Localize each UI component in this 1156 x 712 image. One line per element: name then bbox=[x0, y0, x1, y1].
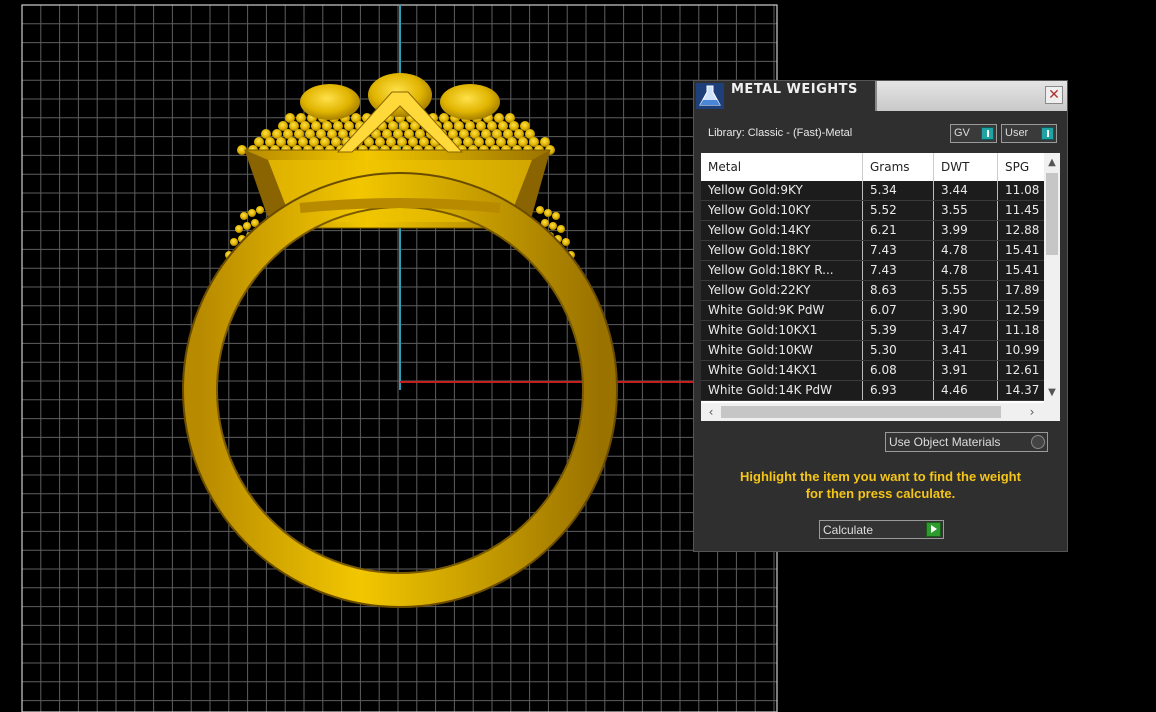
panel-title-tab: METAL WEIGHTS bbox=[694, 81, 877, 111]
table-header: Metal Grams DWT SPG bbox=[701, 153, 1044, 181]
vertical-scroll-thumb[interactable] bbox=[1046, 173, 1058, 255]
table-cell: 3.55 bbox=[934, 201, 998, 220]
bead bbox=[536, 206, 544, 214]
table-cell: Yellow Gold:18KY R... bbox=[701, 261, 863, 280]
gv-toggle[interactable]: GV bbox=[950, 124, 997, 143]
table-cell: 7.43 bbox=[863, 261, 934, 280]
chevron-right-icon[interactable]: › bbox=[1024, 403, 1040, 421]
table-cell: Yellow Gold:9KY bbox=[701, 181, 863, 200]
table-cell: 6.08 bbox=[863, 361, 934, 380]
library-label: Library: Classic - (Fast)-Metal bbox=[708, 127, 853, 139]
chevron-left-icon[interactable]: ‹ bbox=[703, 403, 719, 421]
flask-icon bbox=[696, 83, 724, 109]
column-header-dwt[interactable]: DWT bbox=[934, 153, 998, 181]
column-header-metal[interactable]: Metal bbox=[701, 153, 863, 181]
metal-weights-panel: METAL WEIGHTS ✕ Library: Classic - (Fast… bbox=[693, 80, 1068, 552]
chevron-down-icon[interactable]: ▼ bbox=[1044, 385, 1060, 401]
bead bbox=[243, 222, 251, 230]
table-cell: 7.43 bbox=[863, 241, 934, 260]
column-header-grams[interactable]: Grams bbox=[863, 153, 934, 181]
gv-toggle-label: GV bbox=[954, 127, 970, 139]
table-cell: 6.93 bbox=[863, 381, 934, 400]
table-cell: 5.55 bbox=[934, 281, 998, 300]
table-cell: 4.78 bbox=[934, 241, 998, 260]
instruction-text: Highlight the item you want to find the … bbox=[694, 468, 1067, 502]
bead bbox=[235, 225, 243, 233]
user-toggle[interactable]: User bbox=[1001, 124, 1057, 143]
bead bbox=[562, 238, 570, 246]
table-row[interactable]: Yellow Gold:18KY R... 7.43 4.78 15.41 bbox=[701, 261, 1044, 281]
table-cell: 8.63 bbox=[863, 281, 934, 300]
play-icon[interactable] bbox=[926, 522, 941, 537]
table-row[interactable]: White Gold:14K PdW 6.93 4.46 14.37 bbox=[701, 381, 1044, 401]
table-row[interactable]: Yellow Gold:14KY 6.21 3.99 12.88 bbox=[701, 221, 1044, 241]
bead bbox=[552, 212, 560, 220]
metal-table[interactable]: Metal Grams DWT SPG Yellow Gold:9KY 5.34 3… bbox=[701, 153, 1060, 421]
radio-icon[interactable] bbox=[1031, 435, 1045, 449]
gv-toggle-switch-icon[interactable] bbox=[981, 127, 994, 140]
instruction-line-2: for then press calculate. bbox=[805, 486, 956, 501]
table-cell: 3.41 bbox=[934, 341, 998, 360]
instruction-line-1: Highlight the item you want to find the … bbox=[740, 469, 1021, 484]
close-icon[interactable]: ✕ bbox=[1045, 86, 1063, 104]
table-cell: 3.91 bbox=[934, 361, 998, 380]
table-cell: Yellow Gold:18KY bbox=[701, 241, 863, 260]
table-cell: 6.21 bbox=[863, 221, 934, 240]
table-cell: 5.39 bbox=[863, 321, 934, 340]
chevron-up-icon[interactable]: ▲ bbox=[1044, 155, 1060, 171]
table-cell: 3.47 bbox=[934, 321, 998, 340]
table-cell: 5.34 bbox=[863, 181, 934, 200]
table-row[interactable]: Yellow Gold:22KY 8.63 5.55 17.89 bbox=[701, 281, 1044, 301]
table-row[interactable]: Yellow Gold:10KY 5.52 3.55 11.45 bbox=[701, 201, 1044, 221]
bead bbox=[240, 212, 248, 220]
bead bbox=[544, 209, 552, 217]
bead bbox=[230, 238, 238, 246]
table-cell: White Gold:14K PdW bbox=[701, 381, 863, 400]
table-cell: 3.90 bbox=[934, 301, 998, 320]
table-body: Yellow Gold:9KY 5.34 3.44 11.08 Yellow Gold:… bbox=[701, 181, 1044, 401]
table-cell: Yellow Gold:22KY bbox=[701, 281, 863, 300]
table-cell: Yellow Gold:14KY bbox=[701, 221, 863, 240]
user-toggle-switch-icon[interactable] bbox=[1041, 127, 1054, 140]
table-cell: 3.99 bbox=[934, 221, 998, 240]
table-cell: 5.52 bbox=[863, 201, 934, 220]
table-row[interactable]: White Gold:14KX1 6.08 3.91 12.61 bbox=[701, 361, 1044, 381]
table-cell: 4.78 bbox=[934, 261, 998, 280]
table-cell: 5.30 bbox=[863, 341, 934, 360]
bead bbox=[549, 222, 557, 230]
use-object-materials-select[interactable]: Use Object Materials bbox=[885, 432, 1048, 452]
table-row[interactable]: White Gold:10KX1 5.39 3.47 11.18 bbox=[701, 321, 1044, 341]
table-row[interactable]: White Gold:10KW 5.30 3.41 10.99 bbox=[701, 341, 1044, 361]
table-cell: 6.07 bbox=[863, 301, 934, 320]
bead bbox=[256, 206, 264, 214]
table-cell: White Gold:14KX1 bbox=[701, 361, 863, 380]
table-row[interactable]: Yellow Gold:18KY 7.43 4.78 15.41 bbox=[701, 241, 1044, 261]
bead bbox=[557, 225, 565, 233]
materials-select-label: Use Object Materials bbox=[889, 435, 1001, 449]
horizontal-scroll-thumb[interactable] bbox=[721, 406, 1001, 418]
bead bbox=[248, 209, 256, 217]
user-toggle-label: User bbox=[1005, 127, 1029, 139]
table-cell: 3.44 bbox=[934, 181, 998, 200]
vertical-scrollbar[interactable]: ▲ ▼ bbox=[1044, 153, 1060, 403]
table-cell: White Gold:10KW bbox=[701, 341, 863, 360]
calculate-button[interactable]: Calculate bbox=[819, 520, 944, 539]
table-cell: White Gold:10KX1 bbox=[701, 321, 863, 340]
table-cell: Yellow Gold:10KY bbox=[701, 201, 863, 220]
table-cell: 4.46 bbox=[934, 381, 998, 400]
table-row[interactable]: Yellow Gold:9KY 5.34 3.44 11.08 bbox=[701, 181, 1044, 201]
panel-titlebar[interactable]: METAL WEIGHTS ✕ bbox=[694, 81, 1067, 111]
panel-title: METAL WEIGHTS bbox=[731, 82, 858, 97]
horizontal-scrollbar[interactable]: ‹ › bbox=[701, 403, 1060, 421]
table-row[interactable]: White Gold:9K PdW 6.07 3.90 12.59 bbox=[701, 301, 1044, 321]
calculate-label: Calculate bbox=[823, 523, 874, 537]
table-cell: White Gold:9K PdW bbox=[701, 301, 863, 320]
